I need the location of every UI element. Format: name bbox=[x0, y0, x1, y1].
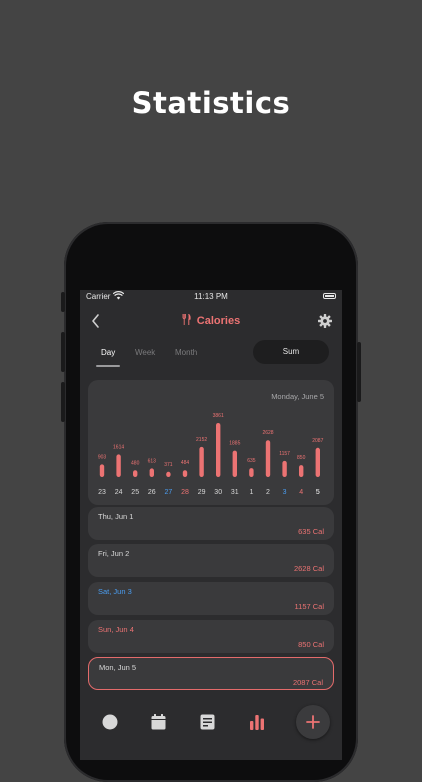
chart-day-label[interactable]: 24 bbox=[115, 489, 123, 496]
chart-day-label[interactable]: 26 bbox=[148, 489, 156, 496]
navigation-bar: Calories bbox=[80, 310, 342, 332]
chart-bar[interactable] bbox=[265, 440, 271, 477]
sum-button[interactable]: Sum bbox=[253, 340, 329, 364]
entry-calories: 2087 Cal bbox=[292, 678, 323, 687]
status-time: 11:13 PM bbox=[194, 292, 228, 301]
entry-date: Thu, Jun 1 bbox=[98, 512, 134, 521]
chart-day-label[interactable]: 31 bbox=[231, 489, 239, 496]
entry-calories: 635 Cal bbox=[298, 527, 324, 536]
calorie-bar-chart: 9032316142448025613263712748428215229386… bbox=[98, 413, 324, 496]
daily-entry[interactable]: Thu, Jun 1 635 Cal bbox=[88, 507, 334, 540]
daily-entry[interactable]: Fri, Jun 2 2628 Cal bbox=[88, 544, 334, 577]
chart-value-label: 2087 bbox=[312, 438, 323, 444]
chart-value-label: 903 bbox=[98, 454, 107, 460]
chart-day-label[interactable]: 28 bbox=[181, 489, 189, 496]
active-tab-indicator bbox=[96, 365, 120, 367]
chart-bar[interactable] bbox=[116, 454, 121, 477]
chart-value-label: 1885 bbox=[229, 441, 240, 447]
chart-day-label[interactable]: 2 bbox=[266, 489, 270, 496]
chart-day-label[interactable]: 3 bbox=[283, 489, 287, 496]
chart-bar[interactable] bbox=[282, 460, 287, 477]
chart-value-label: 850 bbox=[297, 455, 306, 461]
battery-icon bbox=[323, 293, 336, 299]
page-title: Calories bbox=[196, 315, 241, 327]
entry-calories: 1157 Cal bbox=[294, 602, 324, 611]
chart-day-label[interactable]: 1 bbox=[249, 489, 253, 496]
gear-icon[interactable] bbox=[318, 314, 332, 328]
period-tabs: Day Week Month Sum bbox=[90, 338, 332, 368]
chart-value-label: 613 bbox=[148, 458, 157, 464]
tab-month[interactable]: Month bbox=[175, 348, 197, 357]
notes-icon[interactable] bbox=[200, 714, 215, 730]
chart-value-label: 480 bbox=[131, 460, 140, 466]
chart-bar[interactable] bbox=[216, 423, 221, 477]
chart-bar[interactable] bbox=[149, 468, 154, 477]
chart-bar[interactable] bbox=[133, 470, 138, 477]
status-bar: Carrier 11:13 PM bbox=[80, 290, 342, 304]
add-entry-button[interactable] bbox=[296, 705, 330, 739]
chart-day-label[interactable]: 4 bbox=[299, 489, 303, 496]
nav-title-group: Calories bbox=[80, 313, 342, 327]
chart-value-label: 371 bbox=[164, 462, 173, 468]
daily-entry[interactable]: Mon, Jun 5 2087 Cal bbox=[88, 657, 334, 690]
daily-entry[interactable]: Sat, Jun 3 1157 Cal bbox=[88, 582, 334, 615]
chart-bar[interactable] bbox=[315, 447, 320, 477]
chart-value-label: 2152 bbox=[196, 437, 207, 443]
entry-calories: 2628 Cal bbox=[293, 564, 324, 573]
bottom-tab-bar bbox=[80, 700, 342, 760]
phone-mute-switch bbox=[61, 292, 65, 312]
calendar-icon[interactable] bbox=[151, 714, 166, 730]
calorie-chart-card: Monday, June 5 903 23 1614 24 480 25 613 26 371 2… bbox=[88, 380, 334, 505]
chart-value-label: 635 bbox=[247, 458, 256, 464]
entry-date: Fri, Jun 2 bbox=[98, 549, 130, 558]
phone-power-button bbox=[357, 342, 361, 402]
chart-bar[interactable] bbox=[299, 465, 304, 477]
chart-value-label: 484 bbox=[181, 460, 190, 466]
fork-knife-icon bbox=[182, 313, 191, 325]
phone-volume-down bbox=[61, 382, 65, 422]
entry-date: Sat, Jun 3 bbox=[98, 587, 132, 596]
chart-value-label: 3861 bbox=[213, 413, 224, 419]
chart-bar[interactable] bbox=[249, 468, 254, 477]
chart-bar[interactable] bbox=[166, 471, 171, 477]
entry-calories: 850 Cal bbox=[298, 640, 324, 649]
chart-value-label: 2628 bbox=[262, 430, 273, 436]
chart-bar[interactable] bbox=[99, 464, 105, 477]
tab-week[interactable]: Week bbox=[135, 348, 155, 357]
chart-day-label[interactable]: 23 bbox=[98, 489, 106, 496]
chart-day-label[interactable]: 5 bbox=[316, 489, 320, 496]
chart-value-label: 1614 bbox=[113, 444, 124, 450]
circle-icon[interactable] bbox=[102, 714, 118, 730]
chart-day-label[interactable]: 25 bbox=[131, 489, 139, 496]
chart-bar[interactable] bbox=[232, 450, 237, 477]
chart-day-label[interactable]: 27 bbox=[165, 489, 173, 496]
hero-title: Statistics bbox=[131, 86, 291, 120]
daily-entry[interactable]: Sun, Jun 4 850 Cal bbox=[88, 620, 334, 653]
chart-day-label[interactable]: 29 bbox=[198, 489, 206, 496]
chart-day-label[interactable]: 30 bbox=[214, 489, 222, 496]
chart-bar[interactable] bbox=[199, 446, 204, 477]
plus-icon bbox=[306, 715, 320, 729]
entry-date: Mon, Jun 5 bbox=[99, 663, 137, 672]
tab-day[interactable]: Day bbox=[101, 348, 115, 357]
phone-volume-up bbox=[61, 332, 65, 372]
app-screen: Carrier 11:13 PM Calories Day Week Month… bbox=[80, 290, 342, 760]
chart-value-label: 1157 bbox=[279, 451, 290, 457]
chart-bar[interactable] bbox=[182, 470, 188, 477]
entry-date: Sun, Jun 4 bbox=[98, 625, 134, 634]
bar-chart-icon[interactable] bbox=[249, 714, 265, 730]
